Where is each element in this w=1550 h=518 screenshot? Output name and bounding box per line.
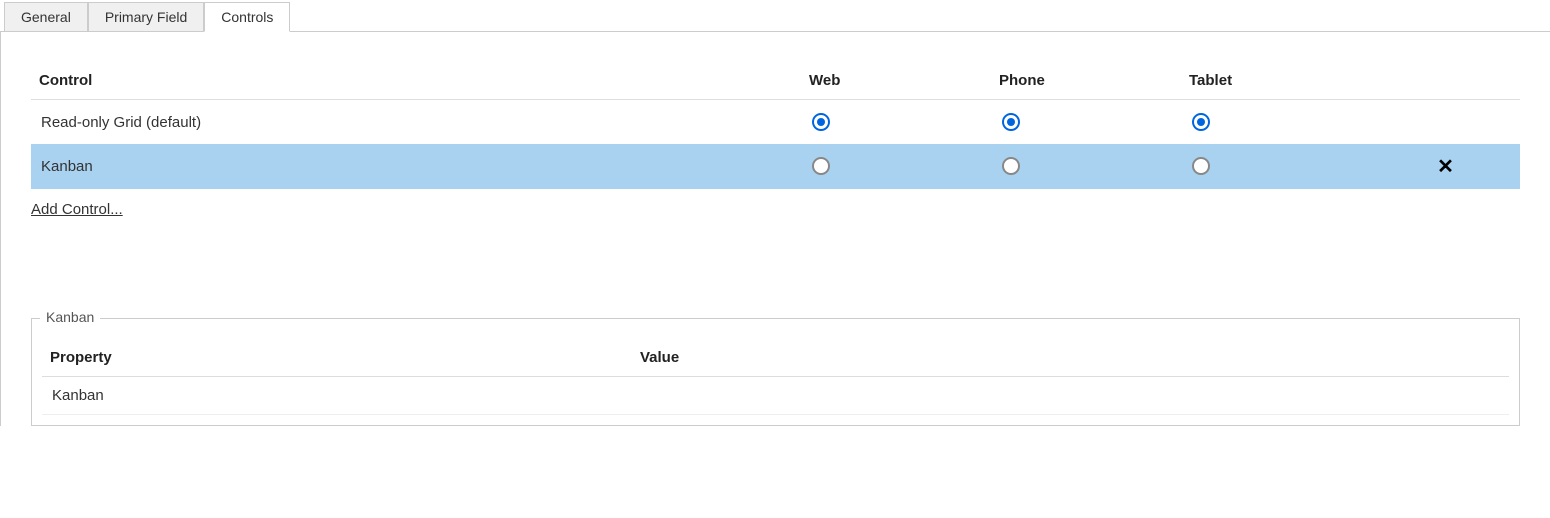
col-header-web: Web bbox=[801, 62, 991, 100]
properties-table: Property Value Kanban bbox=[42, 339, 1509, 415]
control-name-cell: Kanban bbox=[31, 144, 801, 189]
col-header-delete bbox=[1371, 62, 1520, 100]
control-details-fieldset: Kanban Property Value Kanban bbox=[31, 318, 1520, 426]
col-header-control: Control bbox=[31, 62, 801, 100]
radio-web[interactable] bbox=[809, 154, 833, 178]
control-name-cell: Read-only Grid (default) bbox=[31, 100, 801, 145]
tabs-bar: General Primary Field Controls bbox=[0, 0, 1550, 32]
property-value-cell bbox=[632, 377, 1509, 415]
table-row[interactable]: Kanban bbox=[42, 377, 1509, 415]
col-header-phone: Phone bbox=[991, 62, 1181, 100]
radio-phone[interactable] bbox=[999, 110, 1023, 134]
tab-primary-field[interactable]: Primary Field bbox=[88, 2, 204, 31]
close-icon[interactable]: ✕ bbox=[1427, 156, 1464, 178]
controls-table: Control Web Phone Tablet Read-only Grid … bbox=[31, 62, 1520, 189]
tab-general[interactable]: General bbox=[4, 2, 88, 31]
tab-controls[interactable]: Controls bbox=[204, 2, 290, 32]
add-control-link[interactable]: Add Control... bbox=[31, 201, 123, 218]
radio-web[interactable] bbox=[809, 110, 833, 134]
table-row[interactable]: Read-only Grid (default) bbox=[31, 100, 1520, 145]
radio-tablet[interactable] bbox=[1189, 154, 1213, 178]
table-row[interactable]: Kanban ✕ bbox=[31, 144, 1520, 189]
tab-content: Control Web Phone Tablet Read-only Grid … bbox=[0, 32, 1550, 426]
fieldset-legend: Kanban bbox=[40, 309, 100, 325]
col-header-property: Property bbox=[42, 339, 632, 377]
radio-tablet[interactable] bbox=[1189, 110, 1213, 134]
radio-phone[interactable] bbox=[999, 154, 1023, 178]
col-header-value: Value bbox=[632, 339, 1509, 377]
col-header-tablet: Tablet bbox=[1181, 62, 1371, 100]
property-name-cell: Kanban bbox=[42, 377, 632, 415]
